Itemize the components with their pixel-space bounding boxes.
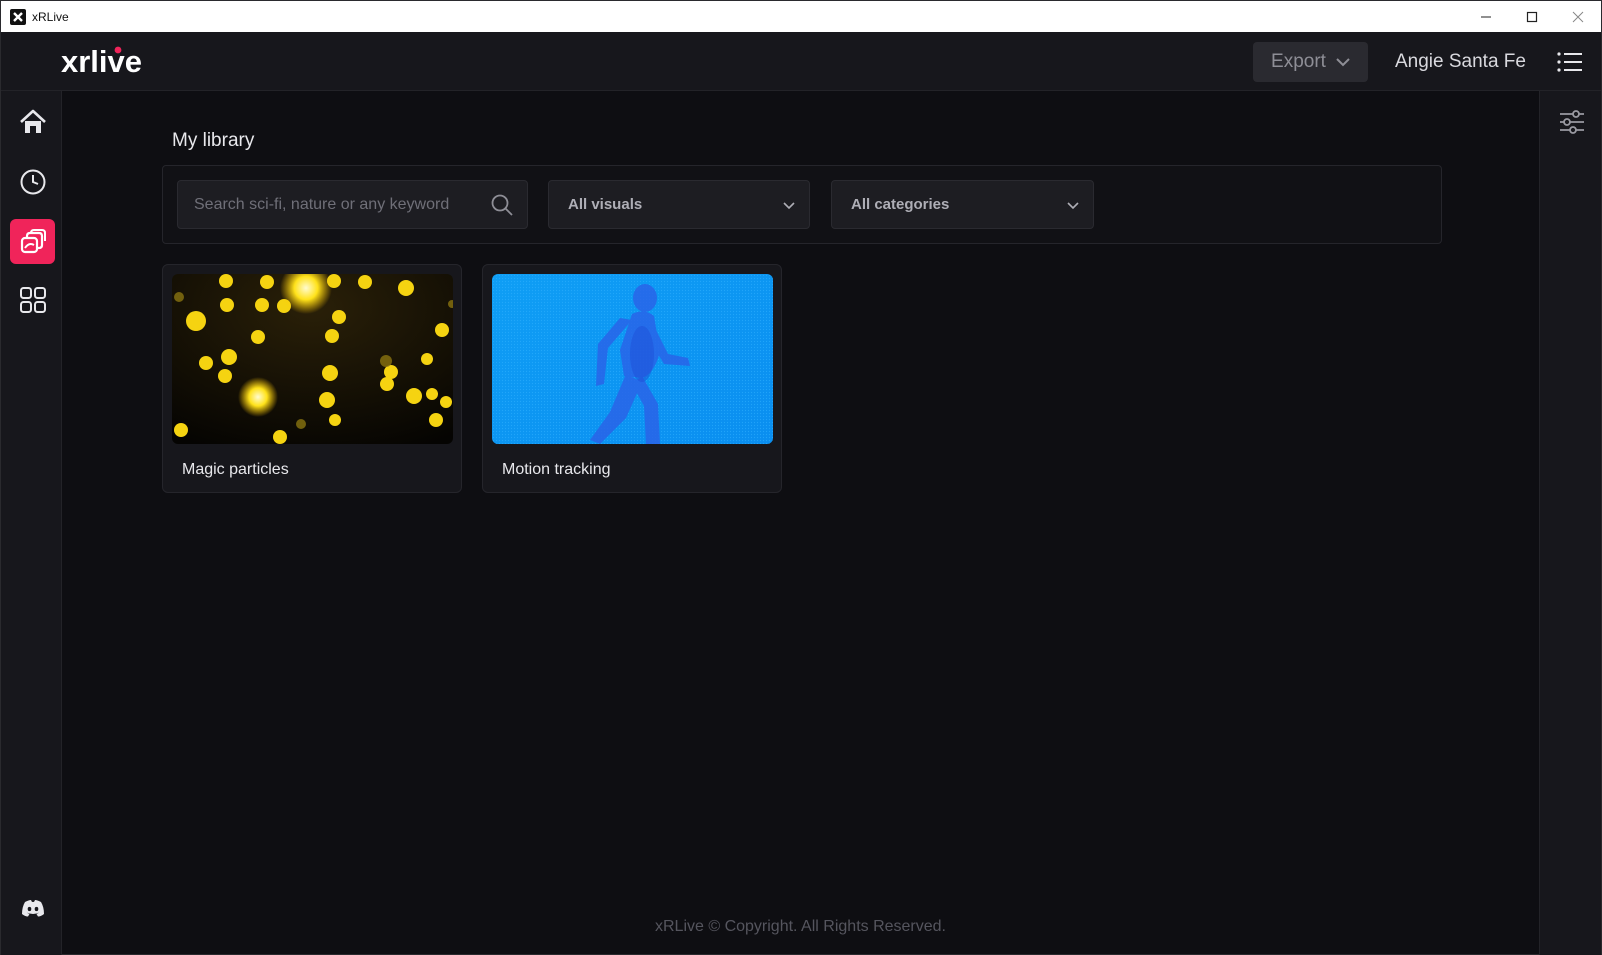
chevron-down-icon bbox=[783, 202, 795, 210]
left-sidebar bbox=[1, 91, 62, 955]
search-icon[interactable] bbox=[491, 194, 513, 216]
minimize-button[interactable] bbox=[1463, 1, 1509, 32]
right-rail bbox=[1539, 91, 1601, 955]
close-icon bbox=[1572, 11, 1584, 22]
svg-text:xrlive: xrlive bbox=[61, 44, 142, 79]
categories-select[interactable]: All categories bbox=[831, 180, 1094, 229]
app-window: xRLive xrlive Export Angie Santa Fe My l… bbox=[0, 0, 1602, 955]
sidebar-item-history[interactable] bbox=[10, 159, 55, 204]
maximize-icon bbox=[1526, 11, 1538, 22]
maximize-button[interactable] bbox=[1509, 1, 1555, 32]
xrlive-logo[interactable]: xrlive bbox=[61, 44, 171, 80]
sliders-icon[interactable] bbox=[1559, 109, 1585, 135]
search-box bbox=[177, 180, 528, 229]
filter-bar: All visuals All categories bbox=[162, 165, 1442, 244]
close-button[interactable] bbox=[1555, 1, 1601, 32]
export-label: Export bbox=[1271, 51, 1326, 72]
sidebar-item-home[interactable] bbox=[10, 99, 55, 144]
card-thumbnail-motion bbox=[492, 274, 773, 444]
visuals-select-value: All visuals bbox=[568, 196, 643, 213]
window-controls bbox=[1463, 1, 1601, 32]
page-title: My library bbox=[172, 130, 255, 151]
app-header: xrlive Export Angie Santa Fe bbox=[1, 32, 1601, 91]
sidebar-item-library[interactable] bbox=[10, 219, 55, 264]
search-input[interactable] bbox=[178, 181, 478, 228]
discord-button[interactable] bbox=[10, 885, 55, 930]
hamburger-menu-icon[interactable] bbox=[1557, 52, 1583, 72]
window-title: xRLive bbox=[32, 9, 69, 24]
export-button[interactable]: Export bbox=[1253, 42, 1368, 82]
library-card[interactable]: Magic particles bbox=[162, 264, 462, 493]
library-card[interactable]: Motion tracking bbox=[482, 264, 782, 493]
visuals-select[interactable]: All visuals bbox=[548, 180, 810, 229]
card-thumbnail-particles bbox=[172, 274, 453, 444]
card-title: Magic particles bbox=[182, 461, 289, 478]
grid-icon bbox=[19, 286, 46, 313]
user-name[interactable]: Angie Santa Fe bbox=[1395, 51, 1526, 73]
sidebar-item-apps[interactable] bbox=[10, 277, 55, 322]
home-icon bbox=[19, 109, 46, 133]
chevron-down-icon bbox=[1067, 202, 1079, 210]
footer-copyright: xRLive © Copyright. All Rights Reserved. bbox=[654, 918, 946, 935]
chevron-down-icon bbox=[1336, 57, 1350, 66]
discord-icon bbox=[21, 899, 44, 916]
card-title: Motion tracking bbox=[502, 461, 611, 478]
categories-select-value: All categories bbox=[851, 196, 950, 213]
clock-icon bbox=[20, 169, 45, 194]
minimize-icon bbox=[1481, 16, 1491, 17]
app-icon bbox=[10, 8, 26, 25]
window-titlebar: xRLive bbox=[1, 1, 1601, 32]
library-icon bbox=[20, 228, 46, 253]
main-content: My library All visuals All categories bbox=[62, 91, 1539, 955]
